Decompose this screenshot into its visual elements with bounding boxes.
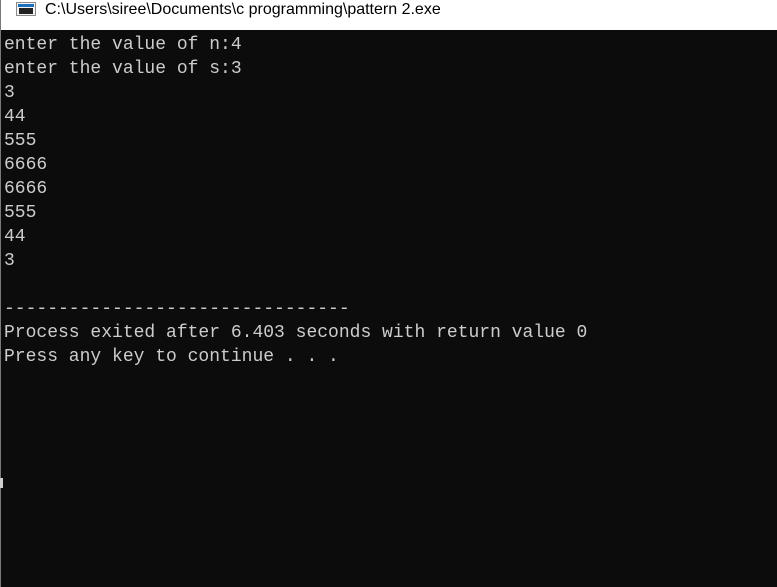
console-output: enter the value of n:4 enter the value o… [4,33,587,369]
console-line: 3 [4,251,15,271]
console-line: 555 [4,203,37,223]
process-exit-message: Process exited after 6.403 seconds with … [4,323,588,343]
console-output-area[interactable]: enter the value of n:4 enter the value o… [1,30,777,587]
console-line: enter the value of s:3 [4,59,242,79]
console-line: 555 [4,131,37,151]
title-bar[interactable]: C:\Users\siree\Documents\c programming\p… [1,0,777,30]
window-title: C:\Users\siree\Documents\c programming\p… [45,1,441,18]
console-line: enter the value of n:4 [4,35,242,55]
console-line: 44 [4,107,26,127]
console-app-icon [16,2,36,16]
console-line: 44 [4,227,26,247]
console-line: 6666 [4,179,48,199]
continue-prompt: Press any key to continue . . . [4,347,339,367]
separator-line: -------------------------------- [4,299,350,319]
console-window: C:\Users\siree\Documents\c programming\p… [0,0,777,587]
window-resize-edge[interactable] [0,478,3,488]
console-line: 6666 [4,155,48,175]
console-line: 3 [4,83,15,103]
